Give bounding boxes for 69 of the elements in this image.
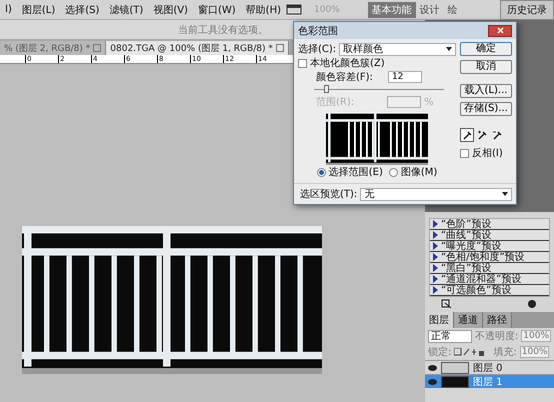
eyedropper-minus-icon (492, 130, 502, 140)
return-icon[interactable] (441, 299, 452, 309)
tolerance-field[interactable]: 12 (388, 71, 422, 83)
checkbox-label: 本地化颜色簇(Z) (310, 56, 385, 70)
workspace-button[interactable]: 设计 (416, 2, 444, 18)
menu-item[interactable]: 图层(L) (16, 2, 60, 16)
preset-item[interactable]: “曲线”预设 (430, 230, 549, 241)
preset-item[interactable]: “色阶”预设 (430, 219, 549, 230)
menu-item[interactable]: 帮助(H) (240, 2, 286, 16)
preset-item[interactable]: “通道混和器”预设 (430, 274, 549, 285)
menu-item[interactable]: 窗口(W) (192, 2, 241, 16)
layer-thumbnail (441, 376, 469, 388)
menu-item[interactable]: 视图(V) (148, 2, 193, 16)
dialog-button[interactable]: 取消 (460, 60, 512, 74)
blend-mode-select[interactable]: 正常 (428, 330, 472, 342)
workspace-button[interactable]: 绘 (444, 2, 462, 18)
radio-button[interactable] (316, 168, 326, 176)
fill-label: 填充: (493, 346, 517, 359)
layer-row[interactable]: 图层 0 (425, 360, 554, 374)
preset-item[interactable]: “黑白”预设 (430, 263, 549, 274)
menu-item[interactable]: 选择(S) (60, 2, 104, 16)
document-tab[interactable]: % (图层 2, RGB/8) * (0, 41, 106, 55)
select-dropdown[interactable]: 取样颜色 (339, 42, 456, 56)
tool-button[interactable] (460, 128, 474, 142)
menu-item[interactable]: 滤镜(T) (104, 2, 148, 16)
tool-button[interactable] (475, 128, 489, 142)
radio-label: 图像(M) (400, 166, 438, 179)
eyedropper-plus-icon (476, 130, 488, 140)
fill-field[interactable]: 100% (520, 346, 550, 358)
opacity-label: 不透明度: (474, 330, 518, 343)
close-button[interactable] (488, 24, 512, 36)
document-tab[interactable]: 0802.TGA @ 100% (图层 1, RGB/8) * (106, 41, 289, 55)
select-label: 选择(C): (298, 42, 336, 56)
preset-item[interactable]: “色相/饱和度”预设 (430, 252, 549, 263)
options-hint: 当前工具没有选项。 (178, 24, 268, 36)
eye-icon[interactable] (428, 378, 437, 384)
lock-label: 锁定: (428, 346, 452, 359)
dropdown-arrow-icon (502, 192, 508, 196)
tolerance-label: 颜色容差(F): (316, 70, 373, 84)
unit-label: % (424, 96, 434, 108)
checkbox-label: 反相(I) (472, 146, 503, 160)
dialog-title: 色彩范围 (298, 24, 338, 38)
eyedropper-icon (462, 130, 472, 140)
menu-item[interactable]: I) (0, 4, 17, 15)
dialog-button[interactable]: 存储(S)... (460, 102, 512, 116)
preset-item[interactable]: “可选颜色”预设 (430, 285, 549, 296)
range-field[interactable] (387, 96, 422, 108)
checkbox[interactable] (298, 58, 307, 68)
layer-thumbnail (441, 362, 469, 374)
range-label: 范围(R): (316, 96, 354, 109)
slider-thumb[interactable] (324, 85, 330, 93)
radio-label: 选择范围(E) (328, 166, 383, 179)
panel-tab[interactable]: 图层 (425, 312, 454, 328)
dialog-button[interactable]: 载入(L)... (460, 84, 512, 98)
panel-tab[interactable]: 通道 (454, 312, 483, 328)
dropdown-arrow-icon (446, 47, 452, 51)
selection-preview-dropdown[interactable]: 无 (360, 188, 512, 200)
panel-tab[interactable]: 路径 (483, 312, 512, 328)
radio-button[interactable] (388, 168, 398, 176)
checkbox[interactable] (460, 148, 469, 158)
selection-preview-label: 选区预览(T): (300, 188, 358, 201)
screen-mode-icon[interactable] (286, 4, 302, 15)
dialog-button[interactable]: 确定 (460, 42, 512, 56)
preset-item[interactable]: “曝光度”预设 (430, 241, 549, 252)
workspace-button[interactable]: 基本功能 (368, 2, 416, 18)
panel-title[interactable]: 历史记录 (500, 0, 554, 20)
eye-icon[interactable] (428, 364, 437, 370)
opacity-field[interactable]: 100% (521, 330, 551, 342)
lock-icons[interactable] (454, 348, 484, 356)
